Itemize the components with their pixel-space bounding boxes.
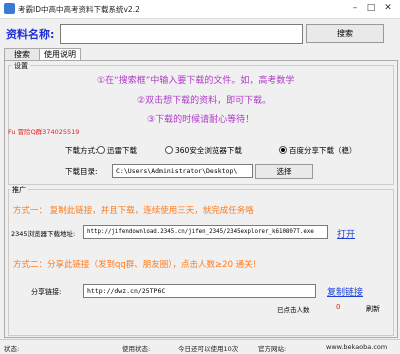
official-site-url[interactable]: www.bekaoba.com [326, 343, 387, 351]
window-title: 考霸ID中高中高考资料下载系统v2.2 [18, 5, 140, 14]
settings-group-title: 设置 [12, 61, 30, 71]
browser-download-url[interactable]: http://jifendownload.2345.cn/jifen_2345/… [83, 225, 328, 239]
tab-panel: 设置 ①在“搜索框”中输入要下载的文件。如，高考数学 ②双击想下载的资料，即可下… [4, 60, 398, 338]
clicks-label: 已点击人数 [277, 306, 310, 314]
today-uses-text: 今日还可以使用10次 [178, 345, 239, 353]
download-method-label: 下载方式: [65, 146, 98, 155]
close-icon[interactable]: ✕ [381, 2, 395, 15]
open-link[interactable]: 打开 [337, 227, 355, 240]
copy-link[interactable]: 复制链接 [327, 285, 363, 298]
search-label: 资料名称: [6, 28, 55, 41]
refresh-button[interactable]: 刷新 [366, 304, 380, 314]
search-input[interactable] [60, 24, 303, 44]
radio-xunlei[interactable] [97, 146, 105, 154]
clicks-count: 0 [336, 303, 341, 311]
instruction-1: ①在“搜索框”中输入要下载的文件。如，高考数学 [97, 76, 295, 86]
status-label: 状态: [4, 345, 20, 353]
promo-method-2: 方式二：分享此链接（发到qq群、朋友圈），点击人数≥20 通关! [13, 260, 257, 270]
radio-baidu[interactable] [279, 146, 287, 154]
instruction-3: ③下载的时候请耐心等待！ [147, 115, 255, 125]
radio-baidu-label[interactable]: 百度分享下载（稳） [289, 145, 357, 156]
title-bar: 考霸ID中高中高考资料下载系统v2.2 – □ ✕ [0, 0, 400, 19]
qq-group-text: Fu 冒险Q群374025519 [8, 128, 80, 136]
search-button[interactable]: 搜索 [306, 24, 384, 43]
instruction-2: ②双击想下载的资料，即可下载。 [137, 96, 272, 106]
radio-xunlei-label[interactable]: 迅雷下载 [107, 145, 137, 156]
select-dir-button[interactable]: 选择 [255, 164, 313, 179]
radio-360-label[interactable]: 360安全浏览器下载 [175, 145, 242, 156]
tab-bar: 搜索 使用说明 [4, 48, 396, 61]
promo-group-title: 推广 [10, 185, 28, 195]
share-link-label: 分享链接: [31, 288, 62, 296]
download-dir-label: 下载目录: [65, 167, 98, 176]
browser-download-label: 2345浏览器下载地址: [11, 230, 76, 238]
share-link-url[interactable]: http://dwz.cn/25TP6C [83, 284, 316, 298]
status-bar: 状态: 使用状态: 今日还可以使用10次 官方网站: www.bekaoba.c… [0, 339, 400, 354]
radio-360[interactable] [165, 146, 173, 154]
maximize-icon[interactable]: □ [364, 2, 378, 15]
minimize-icon[interactable]: – [348, 2, 362, 15]
promo-method-1: 方式一： 复制此链接，并且下载，连续使用三天，就完成任务咯 [13, 206, 254, 216]
app-icon [4, 3, 15, 14]
uses-label: 使用状态: [122, 345, 151, 353]
official-site-label: 官方网站: [258, 345, 287, 353]
download-dir-field[interactable]: C:\Users\Administrator\Desktop\ [112, 164, 253, 178]
